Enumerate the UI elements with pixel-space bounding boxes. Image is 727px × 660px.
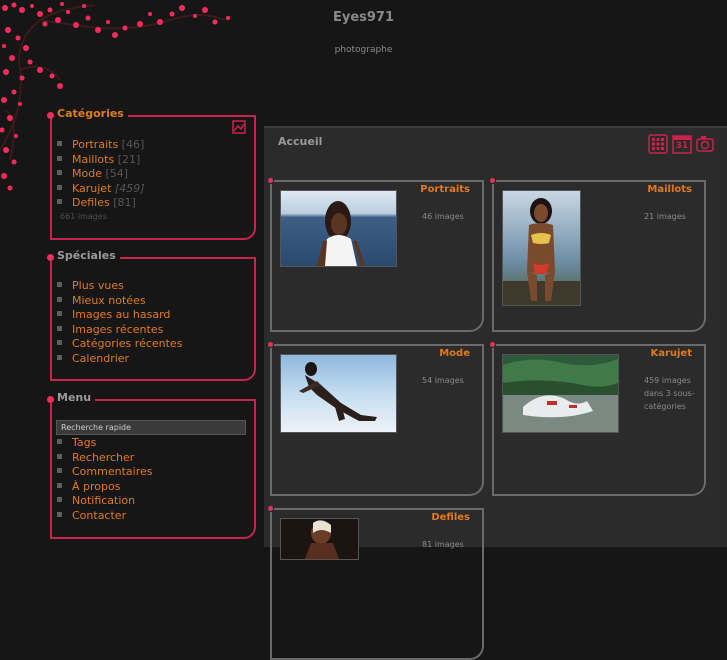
specials-box: Spéciales Plus vues Mieux notées Images … [47,249,256,381]
card-info: 21 images [644,212,686,221]
category-item-defiles[interactable]: Defiles [81] [57,196,145,211]
specials-list: Plus vues Mieux notées Images au hasard … [57,279,182,367]
calendar-icon[interactable]: 31 [672,134,692,154]
quick-search-input[interactable]: Recherche rapide [56,420,246,435]
category-count: [21] [117,152,141,166]
specials-heading: Spéciales [57,249,120,262]
category-card-mode[interactable]: Mode 54 images [268,342,484,496]
menu-item[interactable]: Contacter [57,509,152,524]
special-item[interactable]: Images récentes [57,323,182,338]
category-card-maillots[interactable]: Maillots 21 images [490,178,706,332]
thumbnail-portraits[interactable] [280,190,397,267]
category-card-karujet[interactable]: Karujet 459 images dans 3 sous-catégorie… [490,342,706,496]
menu-item[interactable]: Commentaires [57,465,152,480]
card-title[interactable]: Karujet [650,348,692,359]
category-label[interactable]: Karujet [72,182,111,195]
breadcrumb-home[interactable]: Accueil [278,135,322,148]
category-label[interactable]: Maillots [72,153,114,166]
special-item[interactable]: Catégories récentes [57,337,182,352]
category-count: [81] [113,196,136,210]
site-subtitle: photographe [334,45,393,55]
category-count: [46] [121,138,145,151]
menu-item[interactable]: À propos [57,480,152,495]
thumbnail-karujet[interactable] [502,354,619,433]
card-title[interactable]: Portraits [420,184,470,195]
category-count: [459] [114,181,145,195]
main-content: Accueil 31 Portraits 46 images Maillots … [264,126,727,660]
card-info: 459 images dans 3 sous-catégories [644,376,695,411]
menu-item[interactable]: Tags [57,436,152,451]
camera-icon[interactable] [696,134,716,154]
menu-heading: Menu [57,391,96,404]
special-item[interactable]: Images au hasard [57,308,182,323]
thumbnail-mode[interactable] [280,354,397,433]
card-info: 54 images [422,376,464,385]
category-item-mode[interactable]: Mode [54] [57,167,145,182]
menu-box: Menu Recherche rapide Tags Rechercher Co… [47,391,256,539]
thumbnail-maillots[interactable] [502,190,581,306]
card-title[interactable]: Mode [439,348,470,359]
menu-list: Tags Rechercher Commentaires À propos No… [57,436,152,524]
category-label[interactable]: Defiles [72,196,110,209]
category-item-karujet[interactable]: Karujet [459] [57,182,145,197]
thumbnail-defiles[interactable] [280,518,359,560]
card-title[interactable]: Maillots [647,184,692,195]
category-label[interactable]: Portraits [72,138,118,151]
special-item[interactable]: Mieux notées [57,294,182,309]
categories-list: Portraits [46] Maillots [21] Mode [54] K… [57,138,145,211]
category-item-portraits[interactable]: Portraits [46] [57,138,145,153]
special-item[interactable]: Calendrier [57,352,182,367]
category-card-portraits[interactable]: Portraits 46 images [268,178,484,332]
card-title[interactable]: Defiles [431,512,470,523]
image-icon[interactable] [232,120,246,134]
category-count: [54] [105,167,129,181]
total-images: 661 images [60,212,107,221]
categories-box: Catégories Portraits [46] Maillots [21] … [47,107,256,240]
card-info: 46 images [422,212,464,221]
category-card-defiles[interactable]: Defiles 81 images [268,506,484,660]
special-item[interactable]: Plus vues [57,279,182,294]
site-title[interactable]: Eyes971 [0,10,727,25]
grid-view-icon[interactable] [648,134,668,154]
category-item-maillots[interactable]: Maillots [21] [57,153,145,168]
menu-item[interactable]: Notification [57,494,152,509]
calendar-day: 31 [675,141,689,151]
categories-heading: Catégories [57,107,128,120]
menu-item[interactable]: Rechercher [57,451,152,466]
category-label[interactable]: Mode [72,167,102,180]
